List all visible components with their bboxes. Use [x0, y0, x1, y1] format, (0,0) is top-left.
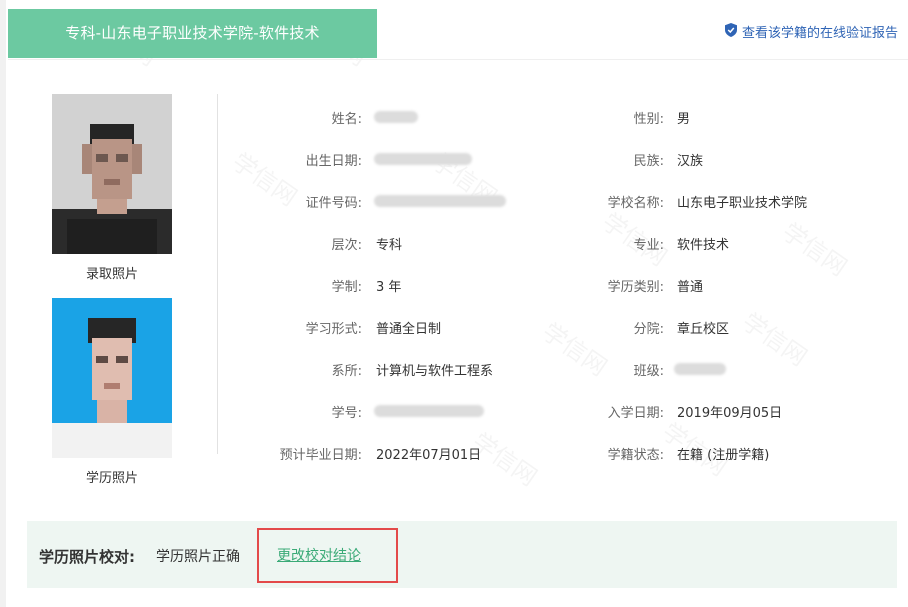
school-name-value: 山东电子职业技术学院	[677, 196, 808, 211]
page-title: 专科-山东电子职业技术学院-软件技术	[8, 9, 377, 58]
branch-label: 分院:	[633, 322, 664, 337]
degree-photo-caption: 学历照片	[85, 471, 138, 486]
gender-value: 男	[677, 112, 691, 127]
photo-info-divider	[217, 94, 218, 454]
student-number-value-redacted	[374, 405, 484, 417]
enrollment-date-label: 入学日期:	[607, 406, 664, 421]
name-label: 姓名:	[331, 112, 362, 127]
change-check-conclusion-link[interactable]: 更改校对结论	[277, 545, 361, 565]
admission-photo	[52, 94, 172, 254]
major-label: 专业:	[633, 238, 664, 253]
gender-label: 性别:	[633, 112, 664, 127]
enrollment-status-label: 学籍状态:	[607, 448, 664, 463]
ethnicity-value: 汉族	[677, 154, 704, 169]
birth-date-value-redacted	[374, 153, 472, 165]
ethnicity-label: 民族:	[633, 154, 664, 169]
graduation-date-value: 2022年07月01日	[376, 448, 482, 463]
level-label: 层次:	[331, 238, 362, 253]
watermark: 学信网	[736, 303, 815, 373]
duration-label: 学制:	[331, 280, 362, 295]
class-label: 班级:	[633, 364, 664, 379]
degree-photo	[52, 298, 172, 458]
study-form-value: 普通全日制	[376, 322, 442, 337]
header-divider	[8, 59, 908, 60]
photo-check-label: 学历照片校对:	[39, 548, 135, 566]
class-value-redacted	[674, 363, 726, 375]
education-type-label: 学历类别:	[607, 280, 664, 295]
shield-check-icon	[724, 22, 737, 41]
study-form-label: 学习形式:	[305, 322, 362, 337]
id-number-value-redacted	[374, 195, 506, 207]
admission-photo-caption: 录取照片	[85, 267, 138, 282]
id-number-label: 证件号码:	[305, 196, 362, 211]
department-label: 系所:	[331, 364, 362, 379]
birth-date-label: 出生日期:	[305, 154, 362, 169]
watermark: 学信网	[776, 213, 855, 283]
online-verify-report-link[interactable]: 查看该学籍的在线验证报告	[724, 22, 898, 41]
major-value: 软件技术	[677, 238, 730, 253]
student-number-label: 学号:	[331, 406, 362, 421]
education-type-value: 普通	[677, 280, 704, 295]
school-name-label: 学校名称:	[607, 196, 664, 211]
branch-value: 章丘校区	[677, 322, 730, 337]
graduation-date-label: 预计毕业日期:	[279, 448, 362, 463]
enrollment-date-value: 2019年09月05日	[677, 406, 783, 421]
enrollment-status-value: 在籍 (注册学籍)	[677, 448, 770, 463]
name-value-redacted	[374, 111, 418, 123]
duration-value: 3 年	[376, 280, 402, 295]
department-value: 计算机与软件工程系	[376, 364, 494, 379]
level-value: 专科	[376, 238, 403, 253]
online-verify-report-label: 查看该学籍的在线验证报告	[741, 26, 898, 41]
page-left-border	[0, 0, 6, 607]
photo-check-value: 学历照片正确	[156, 549, 240, 565]
